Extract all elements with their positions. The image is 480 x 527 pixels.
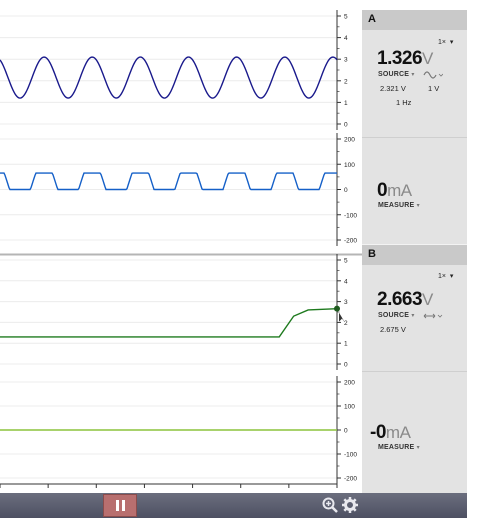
channel-a-frequency[interactable]: 1 Hz: [396, 98, 411, 107]
channel-a-label: A: [368, 13, 376, 25]
channel-a-source-readout: 1.326V: [377, 48, 433, 70]
channel-b-zoom-select[interactable]: 1× ▾: [438, 272, 453, 280]
y-tick-label: 5: [344, 14, 348, 21]
y-tick-label: 0: [344, 187, 348, 194]
zoom-icon[interactable]: [321, 496, 339, 514]
channel-a-source-unit: V: [422, 49, 433, 68]
y-tick-label: 1: [344, 341, 348, 348]
channel-b-source-readout: 2.663V: [377, 289, 433, 311]
constant-arrows-icon[interactable]: [423, 311, 443, 321]
pause-button[interactable]: [103, 494, 137, 517]
y-tick-label: 4: [344, 35, 348, 42]
y-tick-label: -100: [344, 452, 357, 459]
channel-b-header: B: [362, 245, 467, 265]
channel-a-offset[interactable]: 1 V: [428, 84, 439, 93]
channel-b-measure-value: -0: [370, 422, 386, 443]
channel-a-measure-value: 0: [377, 180, 388, 201]
channel-a-source-value: 1.326: [377, 48, 423, 69]
channel-b-measure-mode[interactable]: MEASURE ▾: [378, 444, 420, 451]
channel-b-plot-bg: [0, 254, 362, 493]
y-tick-label: 5: [344, 258, 348, 265]
channel-a-source-mode[interactable]: SOURCE ▾: [378, 71, 415, 78]
y-tick-label: 3: [344, 57, 348, 64]
y-tick-label: 200: [344, 380, 355, 387]
channel-b-measure-unit: mA: [385, 423, 411, 442]
channel-b-divider: [362, 371, 467, 372]
channel-a-zoom-select[interactable]: 1× ▾: [438, 38, 453, 46]
channel-a-measure-readout: 0mA: [377, 180, 412, 202]
channel-b-source-value: 2.663: [377, 289, 423, 310]
y-tick-label: -200: [344, 476, 357, 483]
y-tick-label: 3: [344, 299, 348, 306]
y-tick-label: 100: [344, 162, 355, 169]
channel-a-plot-bg: [0, 10, 362, 254]
y-tick-label: -200: [344, 238, 357, 245]
channel-a-measure-mode[interactable]: MEASURE ▾: [378, 202, 420, 209]
plot-area[interactable]: 0 1 2 3 4 5 -200 -100 0 100 200 0 1 2 3 4 5 -200 -100 0 100 2…: [0, 10, 362, 493]
y-tick-label: 100: [344, 404, 355, 411]
y-tick-label: 0: [344, 362, 348, 369]
channel-b-source-mode[interactable]: SOURCE ▾: [378, 312, 415, 319]
gear-icon[interactable]: [341, 496, 359, 514]
y-tick-label: 2: [344, 78, 348, 85]
y-tick-label: 200: [344, 137, 355, 144]
channel-a-divider: [362, 137, 467, 138]
series-endpoint-marker: [334, 305, 340, 312]
channel-b-source-unit: V: [422, 290, 433, 309]
y-tick-label: 0: [344, 428, 348, 435]
y-tick-label: 4: [344, 278, 348, 285]
channel-a-measure-unit: mA: [387, 181, 412, 200]
y-tick-label: -100: [344, 212, 357, 219]
y-tick-label: 1: [344, 100, 348, 107]
y-tick-label: 2: [344, 320, 348, 327]
sine-wave-icon[interactable]: [423, 70, 443, 80]
channel-b-setpoint[interactable]: 2.675 V: [380, 325, 406, 334]
channel-b-label: B: [368, 248, 376, 260]
channel-b-measure-readout: -0mA: [370, 422, 411, 444]
bottom-toolbar: [0, 493, 467, 518]
y-tick-label: 0: [344, 122, 348, 129]
channel-a-amplitude[interactable]: 2.321 V: [380, 84, 406, 93]
channel-a-header: A: [362, 10, 467, 30]
